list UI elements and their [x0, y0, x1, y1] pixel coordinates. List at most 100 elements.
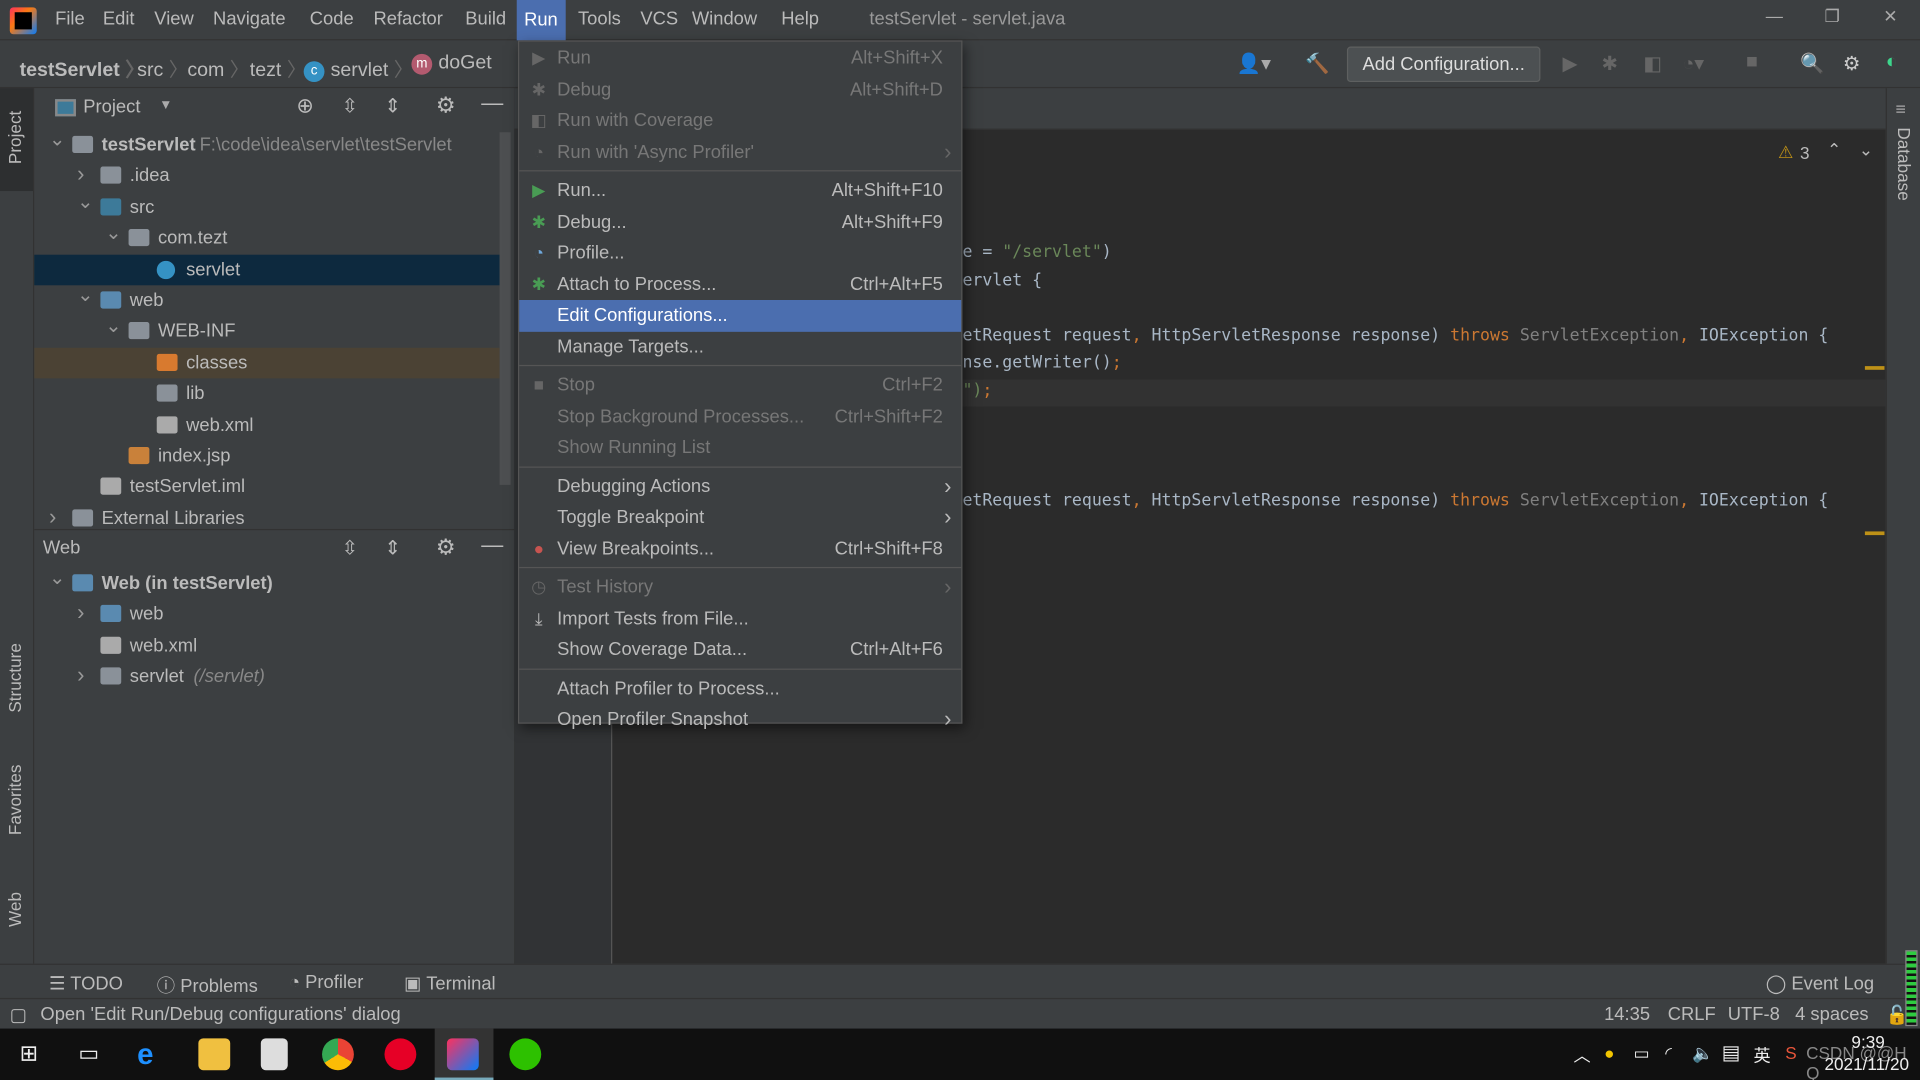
chevron-down-icon[interactable]: ⌄ — [77, 280, 93, 311]
menu-item-attach-profiler-to-process[interactable]: Attach Profiler to Process... — [519, 673, 961, 704]
chevron-right-icon[interactable]: › — [77, 660, 84, 691]
menu-tools[interactable]: Tools — [578, 9, 621, 30]
chrome-icon[interactable] — [322, 1038, 354, 1071]
settings-gear-icon[interactable]: ⚙ — [436, 93, 456, 119]
chevron-down-icon[interactable]: ⌄ — [105, 311, 121, 342]
menu-build[interactable]: Build — [465, 9, 506, 30]
menu-navigate[interactable]: Navigate — [213, 9, 285, 30]
menu-item-debug[interactable]: ✱ Debug... Alt+Shift+F9 — [519, 206, 961, 237]
project-view-selector[interactable]: Project — [83, 97, 140, 118]
menu-item-run-with-coverage[interactable]: ◧ Run with Coverage — [519, 105, 961, 136]
tree-item[interactable]: ⌄ src — [34, 192, 499, 223]
settings-gear-icon[interactable]: ⚙ — [1843, 51, 1861, 75]
build-hammer-icon[interactable]: 🔨 — [1305, 51, 1329, 75]
next-highlight-icon[interactable]: ⌄ — [1859, 140, 1873, 161]
chevron-down-icon[interactable]: ▼ — [159, 98, 172, 113]
menu-item-run-with-async-profiler[interactable]: ◔ Run with 'Async Profiler' › — [519, 137, 961, 168]
menu-item-debugging-actions[interactable]: Debugging Actions › — [519, 471, 961, 502]
menu-item-edit-configurations[interactable]: Edit Configurations... — [519, 300, 962, 332]
add-configuration-button[interactable]: Add Configuration... — [1346, 46, 1541, 83]
tool-tab-favorites[interactable]: Favorites — [5, 765, 25, 836]
chevron-right-icon[interactable]: › — [77, 160, 84, 191]
edge-browser-icon[interactable]: e — [137, 1038, 169, 1071]
breadcrumb-testservlet[interactable]: testServlet 〉 — [20, 53, 145, 82]
settings-gear-icon[interactable]: ⚙ — [436, 535, 456, 561]
tree-item[interactable]: classes — [34, 347, 500, 379]
tool-tab-problems[interactable]: ⓘ Problems — [157, 972, 258, 998]
menu-file[interactable]: File — [55, 9, 85, 30]
line-separator[interactable]: CRLF — [1668, 1004, 1716, 1025]
tool-tab-web[interactable]: Web — [5, 892, 25, 927]
menu-item-open-profiler-snapshot[interactable]: Open Profiler Snapshot › — [519, 704, 961, 735]
debug-icon[interactable]: ✱ — [1602, 51, 1618, 75]
security-icon[interactable]: ● — [1604, 1043, 1614, 1063]
menu-item-stop[interactable]: ■ Stop Ctrl+F2 — [519, 370, 961, 401]
menu-item-show-coverage-data[interactable]: Show Coverage Data... Ctrl+Alt+F6 — [519, 634, 961, 665]
tree-item[interactable]: ⌄ testServlet F:\code\idea\servlet\testSer… — [34, 130, 499, 161]
file-encoding[interactable]: UTF-8 — [1728, 1004, 1780, 1025]
toggle-tool-windows-icon[interactable]: ▢ — [10, 1004, 27, 1026]
warning-count[interactable]: 3 — [1800, 143, 1810, 163]
breadcrumb-src[interactable]: src 〉 — [137, 53, 188, 82]
sogou-icon[interactable]: S — [1785, 1043, 1796, 1063]
stop-icon[interactable]: ■ — [1746, 51, 1758, 73]
restore-button[interactable]: ❐ — [1824, 6, 1839, 27]
tree-item[interactable]: ⌄ web — [34, 285, 499, 316]
project-scrollbar[interactable] — [499, 132, 511, 485]
tree-item[interactable]: ⌄ com.tezt — [34, 223, 499, 254]
chevron-right-icon[interactable]: › — [49, 502, 56, 533]
clock-time[interactable]: 9:39 — [1851, 1032, 1884, 1052]
menu-help[interactable]: Help — [781, 9, 819, 30]
locate-icon[interactable]: ⊕ — [296, 94, 313, 118]
tool-tab-database[interactable]: Database — [1894, 127, 1914, 200]
expand-all-icon[interactable]: ⇳ — [342, 94, 358, 118]
menu-item-import-tests-from-file[interactable]: ⤓ Import Tests from File... — [519, 603, 961, 634]
menu-item-manage-targets[interactable]: Manage Targets... — [519, 331, 961, 362]
tool-tab-terminal[interactable]: ▣ Terminal — [404, 972, 496, 994]
menu-refactor[interactable]: Refactor — [373, 9, 442, 30]
netease-music-icon[interactable] — [384, 1038, 417, 1071]
collapse-all-icon[interactable]: ⇕ — [384, 94, 400, 118]
menu-item-view-breakpoints[interactable]: ● View Breakpoints... Ctrl+Shift+F8 — [519, 533, 961, 564]
menu-vcs[interactable]: VCS — [640, 9, 678, 30]
breadcrumb-servlet[interactable]: c servlet 〉 — [303, 53, 413, 83]
tree-item[interactable]: testServlet.iml — [34, 472, 499, 503]
menu-item-attach-to-process[interactable]: ✱ Attach to Process... Ctrl+Alt+F5 — [519, 269, 961, 300]
profile-icon[interactable]: ◔▾ — [1682, 51, 1704, 75]
menu-item-profile[interactable]: ◔ Profile... — [519, 238, 961, 269]
tree-item[interactable]: › web — [34, 599, 499, 630]
chevron-down-icon[interactable]: ⌄ — [49, 563, 65, 594]
file-explorer-icon[interactable] — [198, 1038, 231, 1071]
previous-highlight-icon[interactable]: ⌃ — [1827, 140, 1841, 161]
tree-item[interactable]: ⌄ WEB-INF — [34, 316, 499, 347]
warning-icon[interactable]: ⚠ — [1778, 142, 1793, 163]
clock-date[interactable]: 2021/11/20 — [1824, 1054, 1909, 1074]
tree-item[interactable]: ⌄ Web (in testServlet) — [34, 568, 499, 599]
menu-window[interactable]: Window — [692, 9, 757, 30]
notification-icon[interactable]: ▤ — [1722, 1041, 1741, 1065]
coverage-icon[interactable]: ◧ — [1643, 51, 1662, 75]
hide-icon[interactable]: — — [481, 91, 503, 117]
event-log-button[interactable]: ◯ Event Log — [1766, 972, 1874, 994]
menu-item-debug[interactable]: ✱ Debug Alt+Shift+D — [519, 74, 961, 105]
chevron-down-icon[interactable]: ⌄ — [49, 125, 65, 156]
menu-item-run[interactable]: ▶ Run... Alt+Shift+F10 — [519, 175, 961, 206]
menu-edit[interactable]: Edit — [103, 9, 135, 30]
indent-setting[interactable]: 4 spaces — [1795, 1004, 1869, 1025]
tool-tab-profiler[interactable]: ◔ Profiler — [289, 972, 363, 993]
breadcrumb-com[interactable]: com 〉 — [187, 53, 249, 82]
menu-item-toggle-breakpoint[interactable]: Toggle Breakpoint › — [519, 502, 961, 533]
tree-item[interactable]: lib — [34, 379, 499, 410]
tool-tab-todo[interactable]: ☰ TODO — [49, 972, 123, 994]
breadcrumb-doget[interactable]: m doGet — [411, 53, 492, 75]
store-icon[interactable] — [260, 1038, 288, 1071]
hide-icon[interactable]: — — [481, 533, 503, 559]
tree-item[interactable]: web.xml — [34, 410, 499, 441]
menu-code[interactable]: Code — [310, 9, 354, 30]
search-icon[interactable]: 🔍 — [1800, 51, 1824, 75]
collapse-all-icon[interactable]: ⇕ — [384, 536, 400, 560]
menu-item-run[interactable]: ▶ Run Alt+Shift+X — [519, 43, 961, 74]
task-view-icon[interactable]: ▭ — [78, 1041, 99, 1067]
warning-marker[interactable] — [1864, 531, 1885, 536]
tree-item[interactable]: web.xml — [34, 630, 499, 661]
